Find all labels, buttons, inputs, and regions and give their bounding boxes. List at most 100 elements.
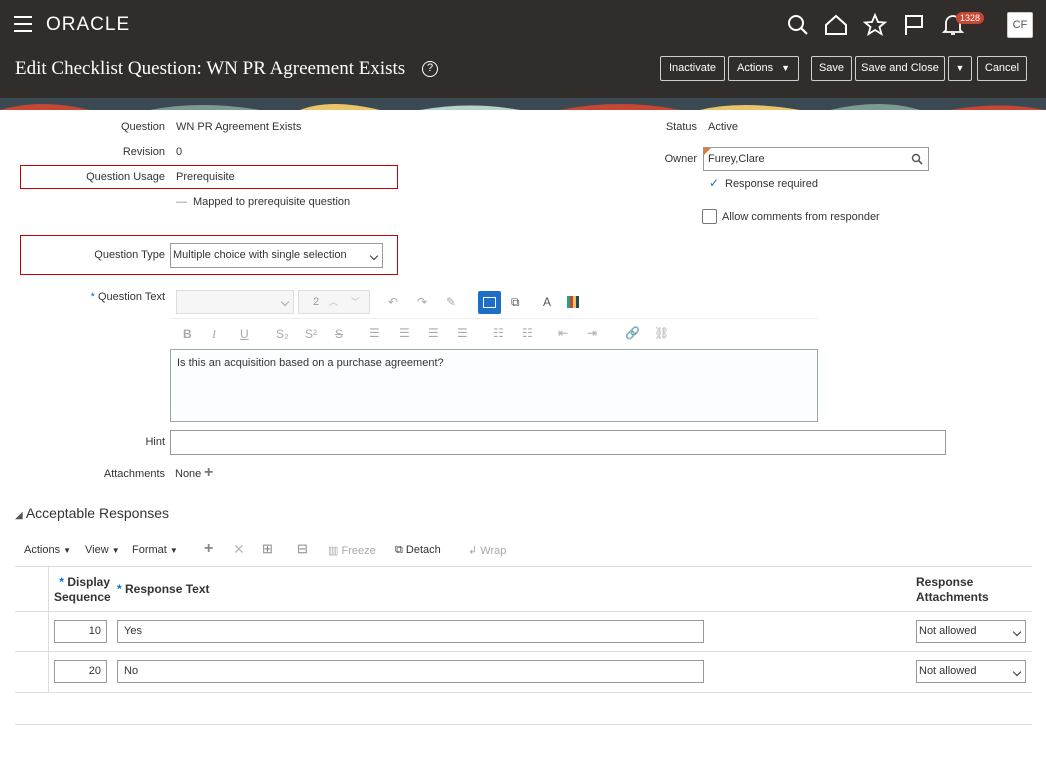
help-icon[interactable]: ? <box>422 61 438 77</box>
star-icon[interactable] <box>863 13 887 37</box>
detach-button[interactable]: ⧉ Detach <box>395 544 441 557</box>
page-title: Edit Checklist Question: WN PR Agreement… <box>15 58 406 79</box>
menu-icon[interactable] <box>14 16 32 32</box>
oracle-logo: ORACLE <box>46 14 131 35</box>
font-family-select[interactable] <box>176 290 294 314</box>
attachments-select[interactable]: Not allowed <box>916 660 1026 683</box>
superscript-icon[interactable]: S² <box>305 327 317 341</box>
italic-icon[interactable]: I <box>212 327 216 342</box>
add-row-icon[interactable]: + <box>204 540 213 558</box>
numbered-list-icon[interactable]: ☷ <box>522 326 533 340</box>
actions-label: Actions <box>737 62 774 74</box>
response-attachments-header[interactable]: Response Attachments <box>916 575 989 605</box>
detach-icon: ⧉ <box>395 544 403 556</box>
required-indicator-icon <box>704 148 711 155</box>
cancel-button[interactable]: Cancel <box>977 56 1027 81</box>
notification-badge: 1328 <box>956 12 985 24</box>
global-header <box>0 0 1046 50</box>
add-attachment-icon[interactable]: + <box>204 464 213 482</box>
allow-comments-label: Allow comments from responder <box>722 211 880 223</box>
align-center-icon[interactable]: ☰ <box>399 326 410 340</box>
save-button[interactable]: Save <box>811 56 852 81</box>
response-text-input[interactable]: Yes <box>117 620 704 643</box>
align-right-icon[interactable]: ☰ <box>428 326 439 340</box>
align-left-icon[interactable]: ☰ <box>369 326 380 340</box>
background-color-icon[interactable] <box>567 296 579 308</box>
display-header-1: Display <box>67 575 110 589</box>
font-size-select[interactable]: 2 ︿ ﹀ <box>298 290 370 314</box>
clear-format-icon[interactable]: ✎ <box>446 295 456 309</box>
underline-icon[interactable]: U <box>240 327 249 341</box>
question-usage-label: Question Usage <box>86 171 165 183</box>
question-text-value: Is this an acquisition based on a purcha… <box>177 357 444 369</box>
outdent-icon[interactable]: ⇤ <box>558 326 568 340</box>
collapse-triangle-icon[interactable]: ◢ <box>15 510 23 521</box>
row-divider <box>15 651 1032 652</box>
table-format-menu[interactable]: Format ▼ <box>132 544 178 556</box>
home-icon[interactable] <box>824 13 848 37</box>
bullet-list-icon[interactable]: ☷ <box>493 326 504 340</box>
flag-icon[interactable] <box>902 13 926 37</box>
indent-icon[interactable]: ⇥ <box>587 326 597 340</box>
allow-comments-checkbox[interactable] <box>702 209 717 224</box>
response-text-header[interactable]: * Response Text <box>117 582 209 596</box>
question-type-select[interactable]: Multiple choice with single selection <box>170 243 383 268</box>
required-icon: * <box>90 291 98 303</box>
strikethrough-icon[interactable]: S <box>335 327 343 341</box>
table-view-menu[interactable]: View ▼ <box>85 544 120 556</box>
question-text-editor[interactable]: Is this an acquisition based on a purcha… <box>170 349 818 422</box>
save-and-close-button[interactable]: Save and Close <box>855 56 945 81</box>
inactivate-button[interactable]: Inactivate <box>660 56 725 81</box>
rich-text-mode-icon[interactable] <box>478 291 501 314</box>
dropdown-arrow-icon: ▼ <box>63 546 72 555</box>
attachments-label: Attachments <box>103 468 165 480</box>
search-icon[interactable] <box>911 153 923 165</box>
status-label: Status <box>665 121 697 133</box>
sequence-input[interactable]: 10 <box>54 620 107 643</box>
wrap-label: Wrap <box>480 545 507 557</box>
actions-label: Actions <box>24 544 61 556</box>
table-actions-menu[interactable]: Actions ▼ <box>24 544 71 556</box>
dash-icon: — <box>176 196 187 208</box>
save-options-dropdown-icon[interactable]: ▼ <box>948 56 972 81</box>
freeze-icon: ▥ <box>328 545 339 557</box>
redo-icon[interactable]: ↷ <box>417 295 427 309</box>
owner-input[interactable]: Furey,Clare <box>703 147 929 171</box>
hint-label: Hint <box>145 436 165 448</box>
text-color-icon[interactable]: A <box>543 295 551 309</box>
query-by-example-icon[interactable]: ⊞ <box>262 541 273 557</box>
response-text-value: Yes <box>124 625 142 637</box>
search-icon[interactable] <box>786 13 810 37</box>
freeze-button[interactable]: ▥ Freeze <box>328 544 376 557</box>
mapped-text: Mapped to prerequisite question <box>193 196 351 208</box>
display-sequence-header[interactable]: * Display Sequence <box>54 575 111 605</box>
question-type-label: Question Type <box>94 249 165 261</box>
display-header-2: Sequence <box>54 590 111 604</box>
export-icon[interactable]: ⊟ <box>297 541 308 557</box>
toolbar-divider <box>170 318 818 319</box>
justify-icon[interactable]: ☰ <box>457 326 468 340</box>
subscript-icon[interactable]: S₂ <box>276 327 289 341</box>
question-value: WN PR Agreement Exists <box>176 121 302 133</box>
delete-row-icon[interactable]: ✕ <box>233 541 245 558</box>
user-avatar[interactable]: CF <box>1007 12 1033 38</box>
link-icon[interactable]: 🔗 <box>625 326 640 340</box>
wrap-button[interactable]: ↲ Wrap <box>468 544 506 557</box>
sequence-input[interactable]: 20 <box>54 660 107 683</box>
freeze-label: Freeze <box>341 545 376 557</box>
hint-input[interactable] <box>170 430 946 455</box>
acceptable-responses-section[interactable]: ◢ Acceptable Responses <box>15 505 169 521</box>
view-label: View <box>85 544 109 556</box>
attachments-value: Not allowed <box>919 665 977 677</box>
actions-menu-button[interactable]: Actions ▼ <box>728 56 799 81</box>
unlink-icon[interactable]: ⛓ <box>654 326 669 340</box>
bold-icon[interactable]: B <box>183 327 192 341</box>
source-mode-icon[interactable]: ⧉ <box>511 295 520 310</box>
response-text-header-label: Response Text <box>125 582 210 596</box>
response-required-text: Response required <box>725 178 818 190</box>
chevron-down-icon <box>1012 667 1022 676</box>
attachments-select[interactable]: Not allowed <box>916 620 1026 643</box>
response-text-input[interactable]: No <box>117 660 704 683</box>
undo-icon[interactable]: ↶ <box>388 295 398 309</box>
table-footer <box>15 724 1032 725</box>
